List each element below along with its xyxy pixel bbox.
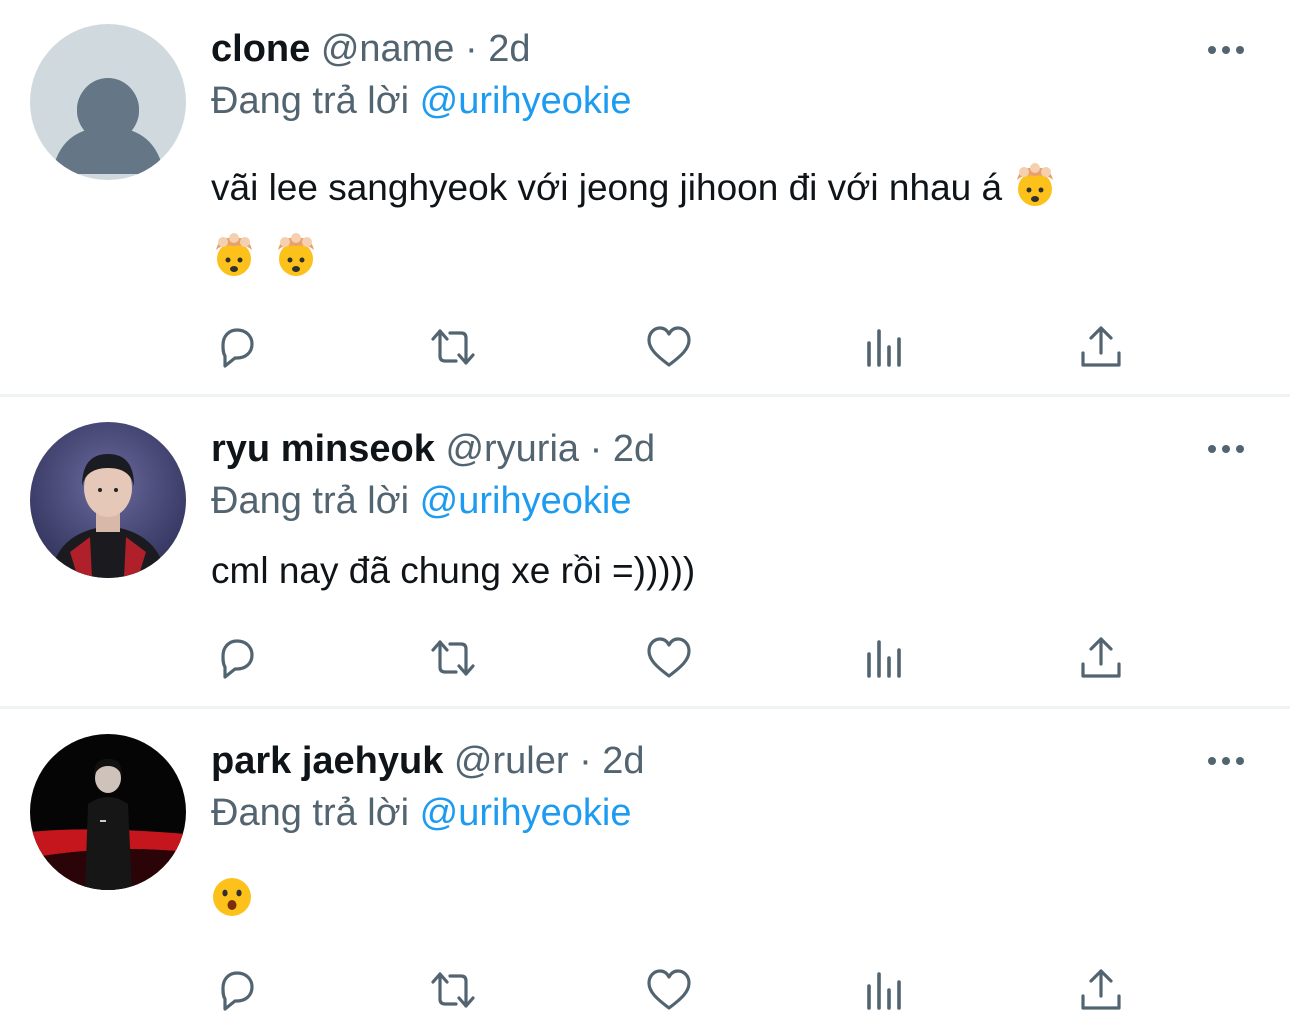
like-button[interactable] bbox=[643, 965, 695, 1015]
like-icon bbox=[647, 326, 691, 367]
tweet-text-emoji-line bbox=[211, 873, 253, 923]
profile-photo bbox=[30, 734, 186, 890]
more-options-icon[interactable] bbox=[1206, 439, 1246, 459]
user-handle[interactable]: @ryuria bbox=[445, 428, 579, 470]
analytics-button[interactable] bbox=[859, 965, 911, 1015]
more-options-icon[interactable] bbox=[1206, 751, 1246, 771]
reply-button[interactable] bbox=[211, 633, 263, 683]
separator-dot: · bbox=[579, 740, 592, 782]
display-name[interactable]: ryu minseok bbox=[211, 428, 435, 470]
replying-to-label: Đang trả lời bbox=[211, 480, 410, 522]
default-avatar-icon bbox=[30, 24, 186, 180]
like-icon bbox=[647, 637, 691, 678]
retweet-button[interactable] bbox=[427, 633, 479, 683]
tweet-text: cml nay đã chung xe rồi =))))) bbox=[211, 546, 695, 596]
analytics-icon bbox=[867, 640, 901, 678]
display-name[interactable]: clone bbox=[211, 28, 310, 70]
replying-to: Đang trả lời @urihyeokie bbox=[211, 478, 631, 524]
share-button[interactable] bbox=[1075, 965, 1127, 1015]
tweet-text-line: vãi lee sanghyeok với jeong jihoon đi vớ… bbox=[211, 167, 1003, 208]
like-button[interactable] bbox=[643, 633, 695, 683]
tweet-text-emoji-line bbox=[211, 232, 319, 283]
tweet-2[interactable]: ryu minseok @ryuria · 2d Đang trả lời @u… bbox=[0, 397, 1290, 709]
timestamp[interactable]: 2d bbox=[488, 28, 530, 70]
user-handle[interactable]: @name bbox=[321, 28, 455, 70]
tweet-header: park jaehyuk @ruler · 2d bbox=[211, 738, 645, 784]
replying-to: Đang trả lời @urihyeokie bbox=[211, 78, 631, 124]
tweet-header: clone @name · 2d bbox=[211, 26, 531, 72]
share-button[interactable] bbox=[1075, 633, 1127, 683]
mention-link[interactable]: @urihyeokie bbox=[420, 80, 632, 122]
exploding-head-icon bbox=[278, 233, 315, 276]
avatar[interactable] bbox=[30, 24, 186, 180]
reply-button[interactable] bbox=[211, 322, 263, 372]
tweet-1[interactable]: clone @name · 2d Đang trả lời @urihyeoki… bbox=[0, 0, 1290, 397]
exploding-head-icon bbox=[216, 233, 252, 276]
retweet-icon bbox=[431, 329, 475, 365]
retweet-button[interactable] bbox=[427, 322, 479, 372]
separator-dot: · bbox=[465, 28, 478, 70]
profile-photo bbox=[30, 422, 186, 578]
analytics-icon bbox=[867, 329, 901, 367]
tweet-text-line: cml nay đã chung xe rồi =))))) bbox=[211, 550, 696, 591]
separator-dot: · bbox=[589, 428, 603, 470]
timestamp[interactable]: 2d bbox=[602, 740, 644, 782]
reply-button[interactable] bbox=[211, 965, 263, 1015]
analytics-button[interactable] bbox=[859, 322, 911, 372]
analytics-button[interactable] bbox=[859, 633, 911, 683]
replying-to-label: Đang trả lời bbox=[211, 80, 410, 122]
avatar[interactable] bbox=[30, 734, 186, 890]
replying-to: Đang trả lời @urihyeokie bbox=[211, 790, 631, 836]
user-handle[interactable]: @ruler bbox=[454, 740, 569, 782]
reply-icon bbox=[221, 328, 254, 368]
retweet-icon bbox=[431, 640, 475, 676]
tweet-actions bbox=[211, 633, 1211, 683]
replying-to-label: Đang trả lời bbox=[211, 792, 410, 834]
retweet-button[interactable] bbox=[427, 965, 479, 1015]
share-button[interactable] bbox=[1075, 322, 1127, 372]
like-icon bbox=[647, 969, 691, 1010]
share-icon bbox=[1081, 637, 1121, 678]
display-name[interactable]: park jaehyuk bbox=[211, 740, 443, 782]
tweet-text: vãi lee sanghyeok với jeong jihoon đi vớ… bbox=[211, 162, 1058, 213]
share-icon bbox=[1081, 969, 1121, 1010]
reply-icon bbox=[221, 639, 254, 679]
hushed-face-icon bbox=[213, 878, 251, 916]
like-button[interactable] bbox=[643, 322, 695, 372]
retweet-icon bbox=[431, 972, 475, 1008]
timestamp[interactable]: 2d bbox=[613, 428, 655, 470]
analytics-icon bbox=[867, 972, 901, 1010]
mention-link[interactable]: @urihyeokie bbox=[420, 480, 632, 522]
mention-link[interactable]: @urihyeokie bbox=[420, 792, 632, 834]
share-icon bbox=[1081, 326, 1121, 367]
tweet-actions bbox=[211, 965, 1211, 1015]
tweet-actions bbox=[211, 322, 1211, 372]
more-options-icon[interactable] bbox=[1206, 40, 1246, 60]
avatar[interactable] bbox=[30, 422, 186, 578]
tweet-3[interactable]: park jaehyuk @ruler · 2d Đang trả lời @u… bbox=[0, 709, 1290, 1035]
tweet-header: ryu minseok @ryuria · 2d bbox=[211, 426, 655, 472]
exploding-head-icon bbox=[1017, 163, 1054, 206]
reply-icon bbox=[221, 971, 254, 1011]
